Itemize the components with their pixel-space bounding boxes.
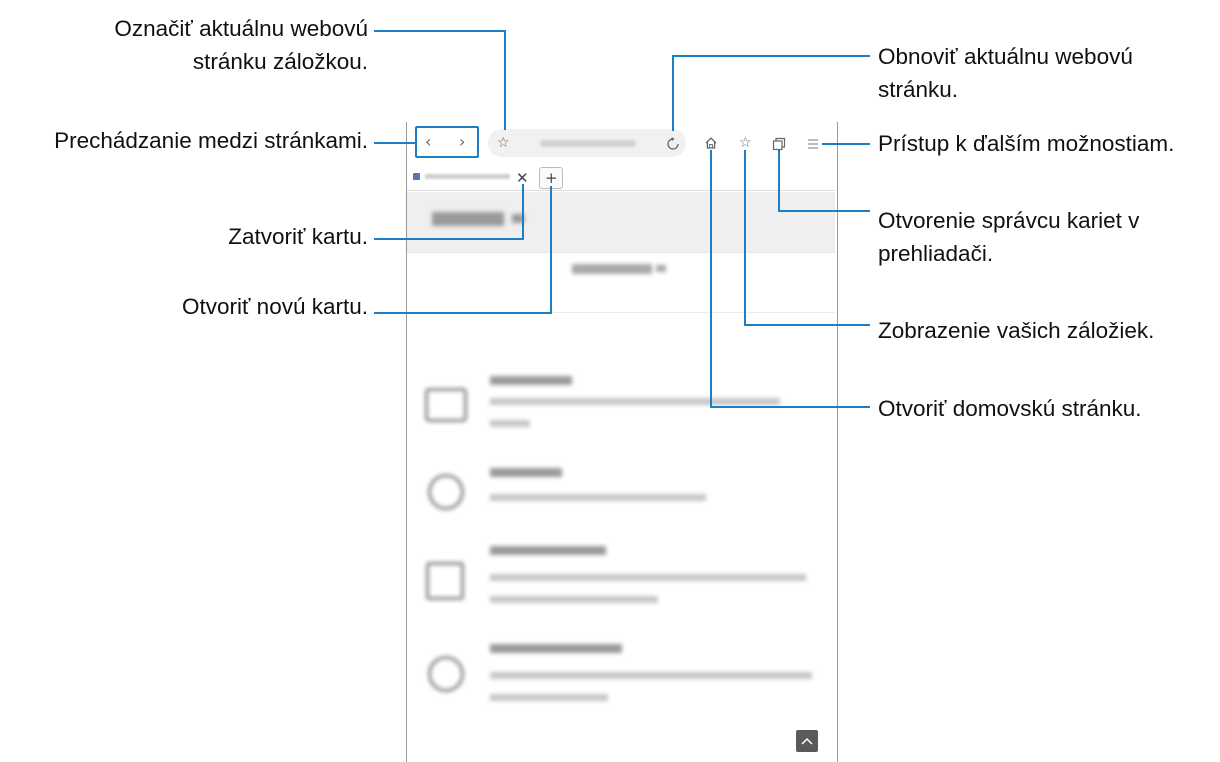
list-item-text bbox=[490, 420, 530, 427]
chevron-left-icon[interactable]: ‹ bbox=[425, 134, 431, 150]
leader-refresh-vertical bbox=[672, 55, 674, 131]
callout-navigate: Prechádzanie medzi stránkami. bbox=[54, 128, 368, 153]
callout-home: Otvoriť domovskú stránku. bbox=[878, 396, 1142, 421]
leader-navigate bbox=[374, 142, 415, 144]
leader-tab-manager-vertical bbox=[778, 150, 780, 212]
callout-new-tab: Otvoriť novú kartu. bbox=[181, 294, 368, 319]
callout-view-bookmarks: Zobrazenie vašich záložiek. bbox=[878, 318, 1155, 343]
banner-divider bbox=[407, 252, 835, 253]
leader-refresh bbox=[672, 55, 870, 57]
list-item-title bbox=[490, 546, 606, 555]
leader-close-tab bbox=[374, 238, 524, 240]
tab-title bbox=[425, 174, 510, 179]
callout-bookmark-current: Označiť aktuálnu webovú stránku záložkou… bbox=[114, 16, 368, 74]
list-item-title bbox=[490, 376, 572, 385]
callout-tab-manager: Otvorenie správcu kariet v prehliadači. bbox=[878, 208, 1140, 266]
filters-label bbox=[432, 212, 504, 226]
list-item-icon bbox=[428, 474, 464, 510]
tabs-icon[interactable] bbox=[772, 137, 786, 151]
leader-bookmark-current-vertical bbox=[504, 30, 506, 130]
list-item-title bbox=[490, 468, 562, 477]
leader-view-bookmarks-vertical bbox=[744, 150, 746, 326]
list-item-text bbox=[490, 672, 812, 679]
tab-favicon bbox=[413, 173, 420, 180]
plus-icon: + bbox=[545, 169, 558, 187]
leader-close-tab-vertical bbox=[522, 184, 524, 240]
list-item-icon bbox=[428, 656, 464, 692]
tab-bar-divider bbox=[407, 190, 835, 191]
list-item-text bbox=[490, 494, 706, 501]
list-item-text bbox=[490, 694, 608, 701]
refresh-icon[interactable] bbox=[666, 137, 680, 151]
list-item-text bbox=[490, 398, 780, 405]
list-item-text bbox=[490, 596, 658, 603]
leader-bookmark-current bbox=[374, 30, 505, 32]
leader-more-options bbox=[822, 143, 870, 145]
home-icon[interactable] bbox=[704, 136, 718, 150]
leader-new-tab bbox=[374, 312, 552, 314]
dropdown-chevron bbox=[656, 265, 666, 272]
address-bar-url bbox=[540, 140, 636, 147]
list-item-title bbox=[490, 644, 622, 653]
list-item-icon bbox=[425, 388, 467, 422]
chevron-up-icon bbox=[801, 737, 813, 745]
list-item-icon bbox=[426, 562, 464, 600]
leader-tab-manager bbox=[778, 210, 870, 212]
menu-icon[interactable] bbox=[807, 138, 819, 150]
chevron-right-icon[interactable]: › bbox=[459, 134, 465, 150]
leader-home-vertical bbox=[710, 150, 712, 408]
star-icon[interactable]: ☆ bbox=[497, 135, 510, 151]
leader-view-bookmarks bbox=[744, 324, 870, 326]
star-outline-icon[interactable]: ☆ bbox=[739, 135, 752, 151]
dropdown-label bbox=[572, 264, 652, 274]
list-item-text bbox=[490, 574, 806, 581]
leader-new-tab-vertical bbox=[550, 186, 552, 314]
callout-more-options: Prístup k ďalším možnostiam. bbox=[878, 131, 1175, 156]
callout-refresh: Obnoviť aktuálnu webovú stránku. bbox=[878, 44, 1133, 102]
callout-close-tab: Zatvoriť kartu. bbox=[228, 224, 368, 249]
leader-home bbox=[711, 406, 870, 408]
